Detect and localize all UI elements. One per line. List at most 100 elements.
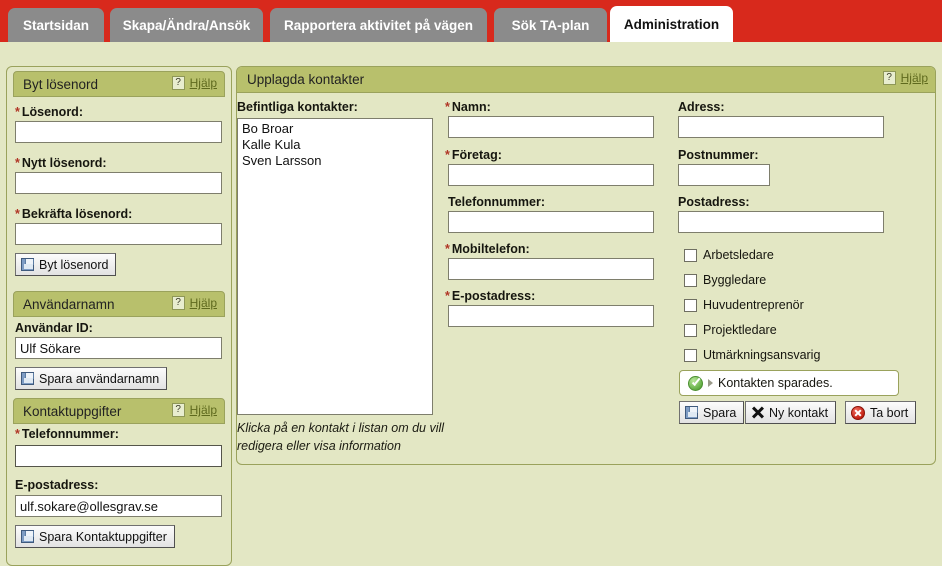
upplagda-kontakter-panel: Upplagda kontakter ? Hjälp Befintliga ko… [236,66,936,465]
tab-sok-ta-plan[interactable]: Sök TA-plan [494,8,607,42]
label-text: Telefonnummer: [448,195,545,209]
left-settings-panel: Byt lösenord ? Hjälp * Lösenord: * Nytt lö… [6,66,232,566]
section-header-byt-losenord: Byt lösenord ? Hjälp [13,71,225,97]
tab-label: Administration [623,16,720,32]
checkbox-label: Utmärkningsansvarig [703,348,821,362]
help-link-upplagda-kontakter[interactable]: ? Hjälp [882,71,928,85]
checkbox-row-arbetsledare[interactable]: Arbetsledare [684,248,774,262]
delete-icon [851,405,865,420]
main-panel-header: Upplagda kontakter ? Hjälp [237,67,935,93]
panel-title: Upplagda kontakter [247,72,365,87]
tab-skapa-andra-ansok[interactable]: Skapa/Ändra/Ansök [110,8,263,42]
question-mark-icon: ? [171,76,185,90]
postnummer-input[interactable] [678,164,770,186]
contact-list-hint: Klicka på en kontakt i listan om du vill… [237,421,445,453]
button-label: Ta bort [870,405,909,420]
label-text: Nytt lösenord: [21,156,107,170]
save-icon [21,258,34,271]
checkbox-row-huvudentreprenor[interactable]: Huvudentreprenör [684,298,804,312]
question-mark-icon: ? [882,71,896,85]
kontakt-epostadress-input[interactable] [15,495,222,517]
checkbox-label: Projektledare [703,323,777,337]
foretag-input[interactable] [448,164,654,186]
label-text: Befintliga kontakter: [237,100,358,114]
ny-kontakt-button[interactable]: Ny kontakt [745,401,837,424]
tab-label: Sök TA-plan [511,17,590,33]
checkbox-huvudentreprenor[interactable] [684,298,697,312]
list-item[interactable]: Bo Broar [240,121,432,137]
tab-label: Rapportera aktivitet på vägen [283,17,474,33]
byt-losenord-button[interactable]: Byt lösenord [15,253,117,276]
postadress-input[interactable] [678,211,884,233]
label-text: Lösenord: [21,105,83,119]
help-link-kontaktuppgifter[interactable]: ? Hjälp [171,403,217,417]
label-text: E-postadress: [451,289,536,303]
label-e-postadress: E-postadress: [15,478,98,492]
spara-kontakt-button[interactable]: Spara [679,401,745,424]
kontakt-telefonnummer-input[interactable] [15,445,222,467]
label-bekrafta-losenord: * Bekräfta lösenord: [15,207,132,221]
checkbox-projektledare[interactable] [684,323,697,337]
label-namn: * Namn: [445,100,491,114]
button-label: Spara [703,405,737,420]
checkbox-label: Huvudentreprenör [703,298,804,312]
befintliga-kontakter-listbox[interactable]: Bo Broar Kalle Kula Sven Larsson [237,118,433,415]
label-losenord: * Lösenord: [15,105,83,119]
checkbox-row-projektledare[interactable]: Projektledare [684,323,777,337]
checkbox-arbetsledare[interactable] [684,248,697,262]
save-icon [21,530,34,543]
checkbox-utmarkningsansvarig[interactable] [684,348,697,362]
tab-label: Skapa/Ändra/Ansök [122,17,251,33]
required-marker: * [15,427,20,441]
checkbox-row-byggledare[interactable]: Byggledare [684,273,766,287]
bekrafta-losenord-input[interactable] [15,223,222,245]
spara-kontaktuppgifter-button[interactable]: Spara Kontaktuppgifter [15,525,175,548]
help-label: Hjälp [189,403,217,417]
label-telefonnummer-kontakt: Telefonnummer: [448,195,545,209]
tab-administration[interactable]: Administration [610,6,733,42]
checkbox-row-utmarkningsansvarig[interactable]: Utmärkningsansvarig [684,348,820,362]
label-text: Bekräfta lösenord: [21,207,133,221]
checkbox-label: Arbetsledare [703,248,774,262]
spara-anvandarnamn-button[interactable]: Spara användarnamn [15,367,168,390]
arrow-right-icon [708,379,713,387]
section-header-kontaktuppgifter: Kontaktuppgifter ? Hjälp [13,398,225,424]
status-message-box: Kontakten sparades. [679,370,899,396]
adress-input[interactable] [678,116,884,138]
section-title: Kontaktuppgifter [23,403,122,419]
status-text: Kontakten sparades. [718,376,833,390]
button-label: Spara Kontaktuppgifter [39,529,167,544]
checkbox-byggledare[interactable] [684,273,697,287]
ta-bort-button[interactable]: Ta bort [845,401,917,424]
success-check-icon [688,375,703,391]
tab-startsidan[interactable]: Startsidan [8,8,104,42]
losenord-input[interactable] [15,121,222,143]
help-label: Hjälp [900,71,928,85]
label-e-postadress-kontakt: * E-postadress: [445,289,535,303]
help-link-byt-losenord[interactable]: ? Hjälp [171,76,217,90]
help-link-anvandarnamn[interactable]: ? Hjälp [171,296,217,310]
namn-input[interactable] [448,116,654,138]
telefonnummer-input[interactable] [448,211,654,233]
nytt-losenord-input[interactable] [15,172,222,194]
list-item[interactable]: Kalle Kula [240,137,432,153]
label-text: Postnummer: [678,148,759,162]
required-marker: * [445,100,450,114]
label-text: Namn: [451,100,491,114]
label-text: Företag: [451,148,502,162]
tab-rapportera-aktivitet[interactable]: Rapportera aktivitet på vägen [270,8,487,42]
tab-label: Startsidan [22,17,90,33]
list-item[interactable]: Sven Larsson [240,153,432,169]
label-anvandar-id: Användar ID: [15,321,93,335]
label-text: Användar ID: [15,321,93,335]
anvandar-id-input[interactable] [15,337,222,359]
button-label: Byt lösenord [39,257,109,272]
epostadress-input[interactable] [448,305,654,327]
required-marker: * [15,207,20,221]
section-title: Byt lösenord [23,76,99,92]
label-text: E-postadress: [15,478,99,492]
mobiltelefon-input[interactable] [448,258,654,280]
label-mobiltelefon: * Mobiltelefon: [445,242,530,256]
help-label: Hjälp [189,76,217,90]
label-text: Postadress: [678,195,750,209]
